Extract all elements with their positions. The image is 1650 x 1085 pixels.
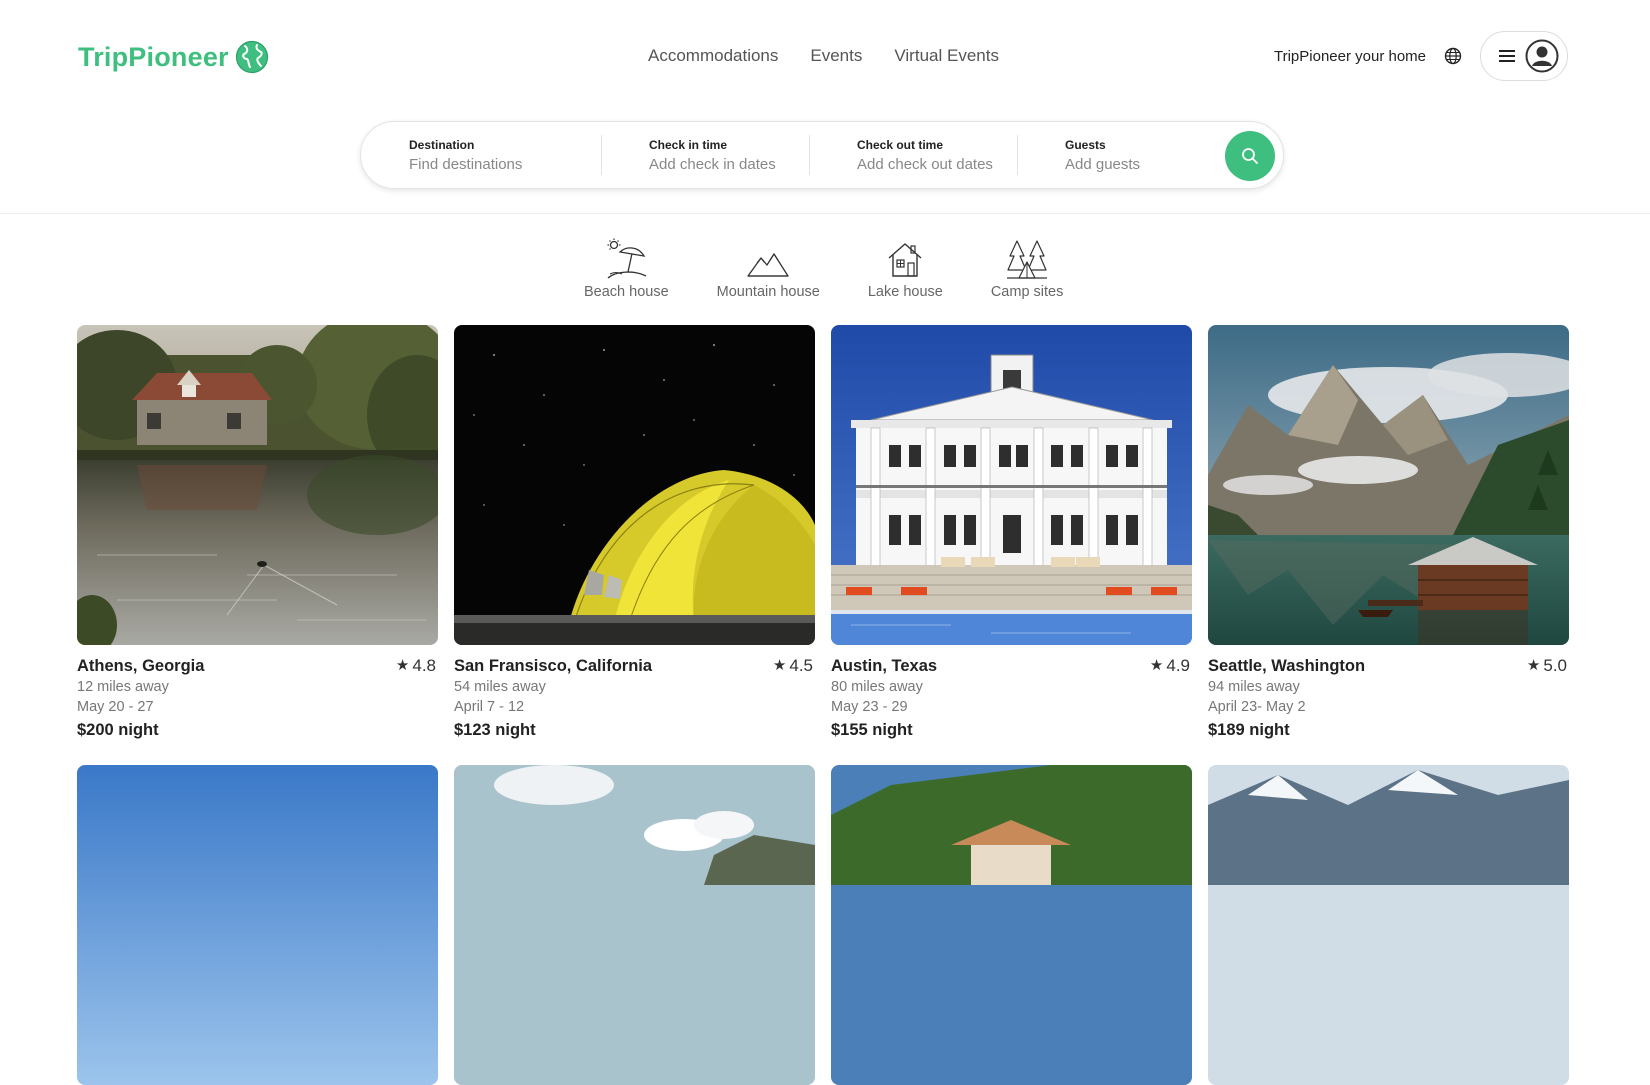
listing-card[interactable] <box>77 765 438 1085</box>
check-in-placeholder: Add check in dates <box>649 155 776 173</box>
listing-price: $155 night <box>831 721 913 739</box>
listing-card[interactable] <box>831 765 1192 1085</box>
search-bar: Destination Find destinations Check in t… <box>360 121 1284 189</box>
beach-house-icon <box>607 238 647 279</box>
cottage-pond-photo <box>77 325 438 645</box>
rating-value: 4.8 <box>412 656 436 675</box>
listing-price: $189 night <box>1208 721 1290 739</box>
listing-distance: 80 miles away <box>831 679 923 695</box>
listing-card[interactable] <box>454 765 815 1085</box>
host-link[interactable]: TripPioneer your home <box>1274 48 1426 65</box>
listing-location: Seattle, Washington <box>1208 657 1366 675</box>
rating-value: 5.0 <box>1543 656 1567 675</box>
listing-photo[interactable] <box>77 765 438 1085</box>
listing-card[interactable] <box>1208 765 1569 1085</box>
listing-card[interactable]: Seattle, Washington ★ 5.0 94 miles away … <box>1208 325 1569 741</box>
listing-location: Austin, Texas <box>831 657 938 675</box>
rating-value: 4.5 <box>789 656 813 675</box>
listing-distance: 54 miles away <box>454 679 546 695</box>
listing-photo[interactable] <box>1208 765 1569 1085</box>
nav-virtual-events[interactable]: Virtual Events <box>894 46 999 66</box>
mountain-house-icon <box>747 253 789 277</box>
search-icon <box>1242 148 1258 164</box>
camp-sites-icon <box>1007 240 1048 279</box>
rating-value: 4.9 <box>1166 656 1190 675</box>
logo[interactable]: TripPioneer <box>78 38 269 76</box>
listing-location: Athens, Georgia <box>77 657 205 675</box>
listing-info: Seattle, Washington ★ 5.0 94 miles away … <box>1208 655 1569 741</box>
listing-photo[interactable] <box>1208 325 1569 645</box>
listing-photo[interactable] <box>77 325 438 645</box>
globe-logo-icon <box>235 40 268 74</box>
destination-field[interactable]: Destination Find destinations <box>361 135 601 175</box>
listings-grid: Athens, Georgia ★ 4.8 12 miles away May … <box>77 325 1569 1085</box>
guests-field[interactable]: Guests Add guests <box>1017 135 1225 175</box>
listing-photo[interactable] <box>454 765 815 1085</box>
check-in-field[interactable]: Check in time Add check in dates <box>601 135 809 175</box>
check-out-placeholder: Add check out dates <box>857 155 993 173</box>
header-right: TripPioneer your home <box>1274 31 1568 81</box>
hamburger-menu-icon <box>1499 50 1515 62</box>
listing-photo[interactable] <box>831 325 1192 645</box>
green-hills-photo <box>831 765 1192 1085</box>
main-nav: Accommodations Events Virtual Events <box>648 46 999 66</box>
category-mountain-house[interactable]: Mountain house <box>717 238 820 300</box>
check-out-field[interactable]: Check out time Add check out dates <box>809 135 1017 175</box>
tent-night-photo <box>454 325 815 645</box>
listing-card[interactable]: Athens, Georgia ★ 4.8 12 miles away May … <box>77 325 438 741</box>
listing-info: Austin, Texas ★ 4.9 80 miles away May 23… <box>831 655 1192 741</box>
search-button[interactable] <box>1225 131 1275 181</box>
listing-price: $200 night <box>77 721 159 739</box>
listing-info: San Fransisco, California ★ 4.5 54 miles… <box>454 655 815 741</box>
listing-rating: ★ 5.0 <box>1527 655 1567 677</box>
guests-placeholder: Add guests <box>1065 155 1141 173</box>
nav-accommodations[interactable]: Accommodations <box>648 46 778 66</box>
listing-rating: ★ 4.5 <box>773 655 813 677</box>
listing-rating: ★ 4.9 <box>1150 655 1190 677</box>
check-in-label: Check in time <box>649 137 728 152</box>
listing-photo[interactable] <box>831 765 1192 1085</box>
cloudy-sky-photo <box>454 765 815 1085</box>
listing-card[interactable]: Austin, Texas ★ 4.9 80 miles away May 23… <box>831 325 1192 741</box>
listing-card[interactable]: San Fransisco, California ★ 4.5 54 miles… <box>454 325 815 741</box>
globe-icon[interactable] <box>1444 47 1462 65</box>
listing-distance: 94 miles away <box>1208 679 1300 695</box>
avatar-icon <box>1525 39 1559 73</box>
star-icon: ★ <box>395 657 410 674</box>
snowy-mountain-photo <box>1208 765 1569 1085</box>
destination-label: Destination <box>409 137 475 152</box>
listing-dates: May 23 - 29 <box>831 699 908 715</box>
star-icon: ★ <box>1149 657 1164 674</box>
star-icon: ★ <box>1526 657 1541 674</box>
listing-rating: ★ 4.8 <box>396 655 436 677</box>
category-label: Beach house <box>584 284 669 300</box>
user-menu-button[interactable] <box>1480 31 1568 81</box>
category-label: Lake house <box>867 284 943 300</box>
nav-events[interactable]: Events <box>810 46 862 66</box>
category-label: Camp sites <box>990 284 1064 300</box>
destination-placeholder: Find destinations <box>409 155 523 173</box>
category-camp-sites[interactable]: Camp sites <box>990 238 1064 300</box>
blue-sky-photo <box>77 765 438 1085</box>
lake-house-icon <box>888 243 922 277</box>
mountain-lake-photo <box>1208 325 1569 645</box>
category-beach-house[interactable]: Beach house <box>584 238 669 300</box>
listing-price: $123 night <box>454 721 536 739</box>
category-lake-house[interactable]: Lake house <box>868 238 943 300</box>
listing-photo[interactable] <box>454 325 815 645</box>
category-label: Mountain house <box>716 284 820 300</box>
listing-distance: 12 miles away <box>77 679 169 695</box>
guests-label: Guests <box>1065 137 1106 152</box>
listing-dates: May 20 - 27 <box>77 699 154 715</box>
listing-dates: April 23- May 2 <box>1208 699 1306 715</box>
logo-text: TripPioneer <box>78 41 229 72</box>
check-out-label: Check out time <box>857 137 944 152</box>
header: TripPioneer Accommodations Events Virtua… <box>0 0 1650 214</box>
category-bar: Beach house Mountain house Lake house Ca… <box>584 238 1063 300</box>
mansion-pool-photo <box>831 325 1192 645</box>
listing-location: San Fransisco, California <box>454 657 653 675</box>
star-icon: ★ <box>772 657 787 674</box>
listing-dates: April 7 - 12 <box>454 699 525 715</box>
listing-info: Athens, Georgia ★ 4.8 12 miles away May … <box>77 655 438 741</box>
